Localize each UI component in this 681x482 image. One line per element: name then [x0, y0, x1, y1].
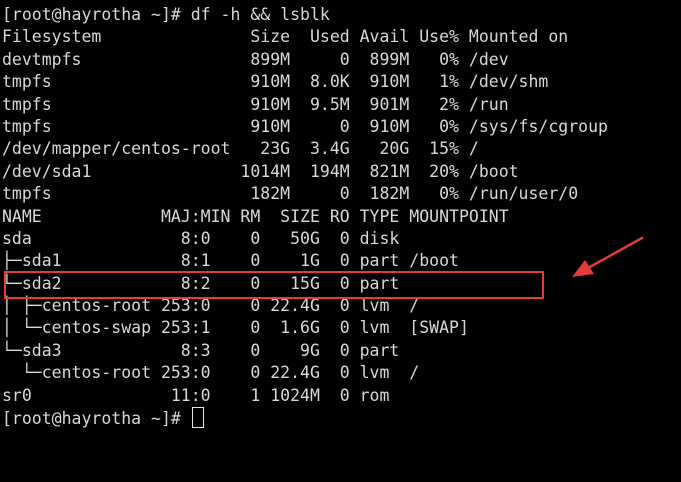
df-row: /dev/mapper/centos-root 23G 3.4G 20G 15%…	[2, 139, 479, 159]
cursor-block[interactable]	[191, 407, 204, 429]
prompt-text: [root@hayrotha ~]#	[2, 409, 191, 429]
lsblk-row: └─sda3 8:3 0 9G 0 part	[2, 340, 400, 360]
df-row: devtmpfs 899M 0 899M 0% /dev	[2, 49, 509, 69]
lsblk-row: │ └─centos-swap 253:1 0 1.6G 0 lvm [SWAP…	[2, 318, 469, 338]
lsblk-row: sda 8:0 0 50G 0 disk	[2, 228, 400, 248]
terminal-window[interactable]: [root@hayrotha ~]# df -h && lsblk Filesy…	[0, 0, 681, 482]
terminal-output: [root@hayrotha ~]# df -h && lsblk Filesy…	[2, 4, 608, 429]
highlight-box	[4, 271, 544, 299]
lsblk-row: └─centos-root 253:0 0 22.4G 0 lvm /	[2, 363, 420, 383]
df-row: tmpfs 182M 0 182M 0% /run/user/0	[2, 184, 579, 204]
df-row: tmpfs 910M 0 910M 0% /sys/fs/cgroup	[2, 116, 608, 136]
prompt-line[interactable]: [root@hayrotha ~]#	[2, 407, 608, 429]
df-row: tmpfs 910M 8.0K 910M 1% /dev/shm	[2, 72, 549, 92]
lsblk-row: ├─sda1 8:1 0 1G 0 part /boot	[2, 251, 459, 271]
df-row: /dev/sda1 1014M 194M 821M 20% /boot	[2, 161, 519, 181]
df-header-row: Filesystem Size Used Avail Use% Mounted …	[2, 27, 569, 47]
command-line: [root@hayrotha ~]# df -h && lsblk	[2, 5, 330, 24]
df-row: tmpfs 910M 9.5M 901M 2% /run	[2, 94, 509, 114]
lsblk-row: sr0 11:0 1 1024M 0 rom	[2, 385, 390, 405]
lsblk-header-row: NAME MAJ:MIN RM SIZE RO TYPE MOUNTPOINT	[2, 206, 509, 226]
red-arrow-icon	[572, 236, 644, 277]
